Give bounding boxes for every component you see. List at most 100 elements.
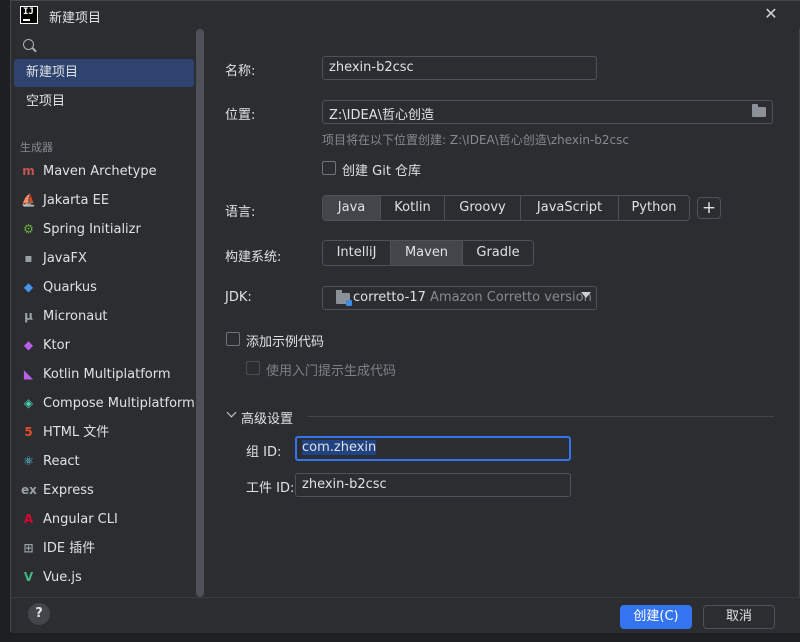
build-option-intellij[interactable]: IntelliJ bbox=[323, 241, 391, 265]
generator-item[interactable]: ⛵ Jakarta EE bbox=[11, 186, 196, 215]
add-language-button[interactable]: + bbox=[697, 197, 721, 219]
generator-item[interactable]: ▪ JavaFX bbox=[11, 244, 196, 273]
artifact-id-label: 工件 ID: bbox=[246, 481, 295, 496]
title-bar: IJ 新建项目 ✕ bbox=[11, 1, 800, 29]
group-id-value: com.zhexin bbox=[302, 440, 377, 455]
sidebar-item-empty-project[interactable]: 空项目 bbox=[14, 88, 194, 116]
vue-icon: V bbox=[23, 570, 34, 584]
html-icon: 5 bbox=[24, 425, 33, 439]
generator-item[interactable]: 5 HTML 文件 bbox=[11, 418, 196, 447]
ktor-icon: ◆ bbox=[23, 338, 34, 352]
generator-label: IDE 插件 bbox=[43, 541, 96, 556]
compose-icon: ◈ bbox=[23, 396, 34, 410]
sample-code-label: 添加示例代码 bbox=[246, 335, 325, 350]
build-system-selector: IntelliJ Maven Gradle bbox=[322, 240, 534, 266]
generator-label: React bbox=[43, 454, 80, 469]
micronaut-icon: μ bbox=[24, 309, 33, 323]
intellij-app-icon: IJ bbox=[20, 6, 38, 24]
create-button[interactable]: 创建(C) bbox=[620, 605, 692, 629]
spring-icon: ⚙ bbox=[23, 222, 34, 236]
search-icon[interactable] bbox=[23, 39, 34, 50]
folder-browse-icon[interactable] bbox=[752, 104, 766, 117]
generator-item[interactable]: ⚛ React bbox=[11, 447, 196, 476]
generator-label: JavaFX bbox=[43, 251, 87, 266]
sidebar-scrollbar[interactable] bbox=[196, 29, 204, 597]
generator-label: HTML 文件 bbox=[43, 425, 110, 440]
kotlin-icon: ◣ bbox=[23, 367, 34, 381]
sidebar: 新建项目 空项目 生成器 m Maven Archetype ⛵ Jakarta EE… bbox=[11, 29, 205, 597]
help-button[interactable]: ? bbox=[28, 603, 50, 625]
express-icon: ex bbox=[21, 483, 37, 497]
generator-item[interactable]: ⊞ IDE 插件 bbox=[11, 534, 196, 563]
language-option-kotlin[interactable]: Kotlin bbox=[381, 196, 445, 220]
git-repo-checkbox[interactable] bbox=[322, 161, 336, 175]
location-value: Z:\IDEA\哲心创造 bbox=[329, 108, 434, 123]
generator-label: Spring Initializr bbox=[43, 222, 141, 237]
generator-item[interactable]: ◆ Ktor bbox=[11, 331, 196, 360]
group-id-field[interactable]: com.zhexin bbox=[295, 436, 571, 461]
generator-item[interactable]: ⚙ Spring Initializr bbox=[11, 215, 196, 244]
generator-item[interactable]: A Angular CLI bbox=[11, 505, 196, 534]
build-option-gradle[interactable]: Gradle bbox=[463, 241, 533, 265]
quarkus-icon: ◆ bbox=[23, 280, 34, 294]
onboarding-tips-checkbox[interactable] bbox=[246, 361, 260, 375]
generator-label: Vue.js bbox=[43, 570, 82, 585]
generator-item[interactable]: ◆ Quarkus bbox=[11, 273, 196, 302]
cancel-button[interactable]: 取消 bbox=[703, 605, 775, 629]
advanced-settings-toggle[interactable]: 高级设置 bbox=[226, 407, 774, 427]
ide-backdrop-bottom bbox=[0, 632, 800, 642]
language-option-groovy[interactable]: Groovy bbox=[445, 196, 521, 220]
react-icon: ⚛ bbox=[23, 454, 34, 468]
generator-item[interactable]: ◣ Kotlin Multiplatform bbox=[11, 360, 196, 389]
name-label: 名称: bbox=[225, 64, 256, 79]
dialog-footer: ? 创建(C) 取消 bbox=[11, 597, 800, 633]
new-project-dialog: IJ 新建项目 ✕ 新建项目 空项目 生成器 m Maven Archetype ⛵… bbox=[10, 0, 800, 633]
sidebar-item-new-project[interactable]: 新建项目 bbox=[14, 59, 194, 87]
build-system-label: 构建系统: bbox=[225, 250, 282, 265]
advanced-settings-label: 高级设置 bbox=[241, 412, 294, 427]
generator-item[interactable]: V Vue.js bbox=[11, 563, 196, 592]
jdk-dropdown[interactable]: corretto-17 Amazon Corretto version bbox=[322, 286, 597, 310]
artifact-id-field[interactable]: zhexin-b2csc bbox=[295, 473, 571, 497]
language-selector: Java Kotlin Groovy JavaScript Python bbox=[322, 195, 690, 221]
chevron-down-icon bbox=[226, 407, 237, 418]
location-hint: 项目将在以下位置创建: Z:\IDEA\哲心创造\zhexin-b2csc bbox=[322, 133, 629, 147]
generator-label: Compose Multiplatform bbox=[43, 396, 195, 411]
generator-label: Angular CLI bbox=[43, 512, 118, 527]
language-option-python[interactable]: Python bbox=[619, 196, 689, 220]
name-field[interactable]: zhexin-b2csc bbox=[322, 56, 597, 80]
generator-label: Express bbox=[43, 483, 94, 498]
language-option-java[interactable]: Java bbox=[323, 196, 381, 220]
git-repo-label: 创建 Git 仓库 bbox=[342, 164, 422, 179]
generator-item[interactable]: ex Express bbox=[11, 476, 196, 505]
group-id-label: 组 ID: bbox=[246, 445, 282, 460]
sidebar-divider bbox=[205, 29, 217, 597]
jdk-label: JDK: bbox=[225, 290, 252, 305]
generator-item[interactable]: μ Micronaut bbox=[11, 302, 196, 331]
advanced-divider bbox=[308, 416, 774, 417]
sidebar-item-label: 新建项目 bbox=[26, 65, 79, 80]
generator-label: Maven Archetype bbox=[43, 164, 157, 179]
chevron-down-icon bbox=[581, 292, 591, 298]
language-label: 语言: bbox=[225, 205, 256, 220]
generator-label: Quarkus bbox=[43, 280, 97, 295]
generators-group-label: 生成器 bbox=[20, 141, 53, 154]
ide-backdrop-left bbox=[0, 0, 10, 642]
sample-code-checkbox[interactable] bbox=[226, 332, 240, 346]
dialog-title: 新建项目 bbox=[49, 11, 102, 26]
angular-icon: A bbox=[23, 512, 34, 526]
jdk-vendor: Amazon Corretto version bbox=[430, 290, 592, 305]
build-option-maven[interactable]: Maven bbox=[391, 241, 463, 265]
close-icon[interactable]: ✕ bbox=[761, 4, 781, 24]
generator-label: Micronaut bbox=[43, 309, 108, 324]
generator-item[interactable]: m Maven Archetype bbox=[11, 157, 196, 186]
location-label: 位置: bbox=[225, 108, 256, 123]
javafx-icon: ▪ bbox=[24, 251, 33, 265]
sidebar-item-label: 空项目 bbox=[26, 94, 66, 109]
onboarding-tips-label: 使用入门提示生成代码 bbox=[266, 364, 397, 379]
generator-item[interactable]: ◈ Compose Multiplatform bbox=[11, 389, 196, 418]
location-field[interactable]: Z:\IDEA\哲心创造 bbox=[322, 100, 773, 124]
generator-label: Ktor bbox=[43, 338, 70, 353]
language-option-javascript[interactable]: JavaScript bbox=[521, 196, 619, 220]
jdk-value: corretto-17 bbox=[353, 290, 426, 305]
